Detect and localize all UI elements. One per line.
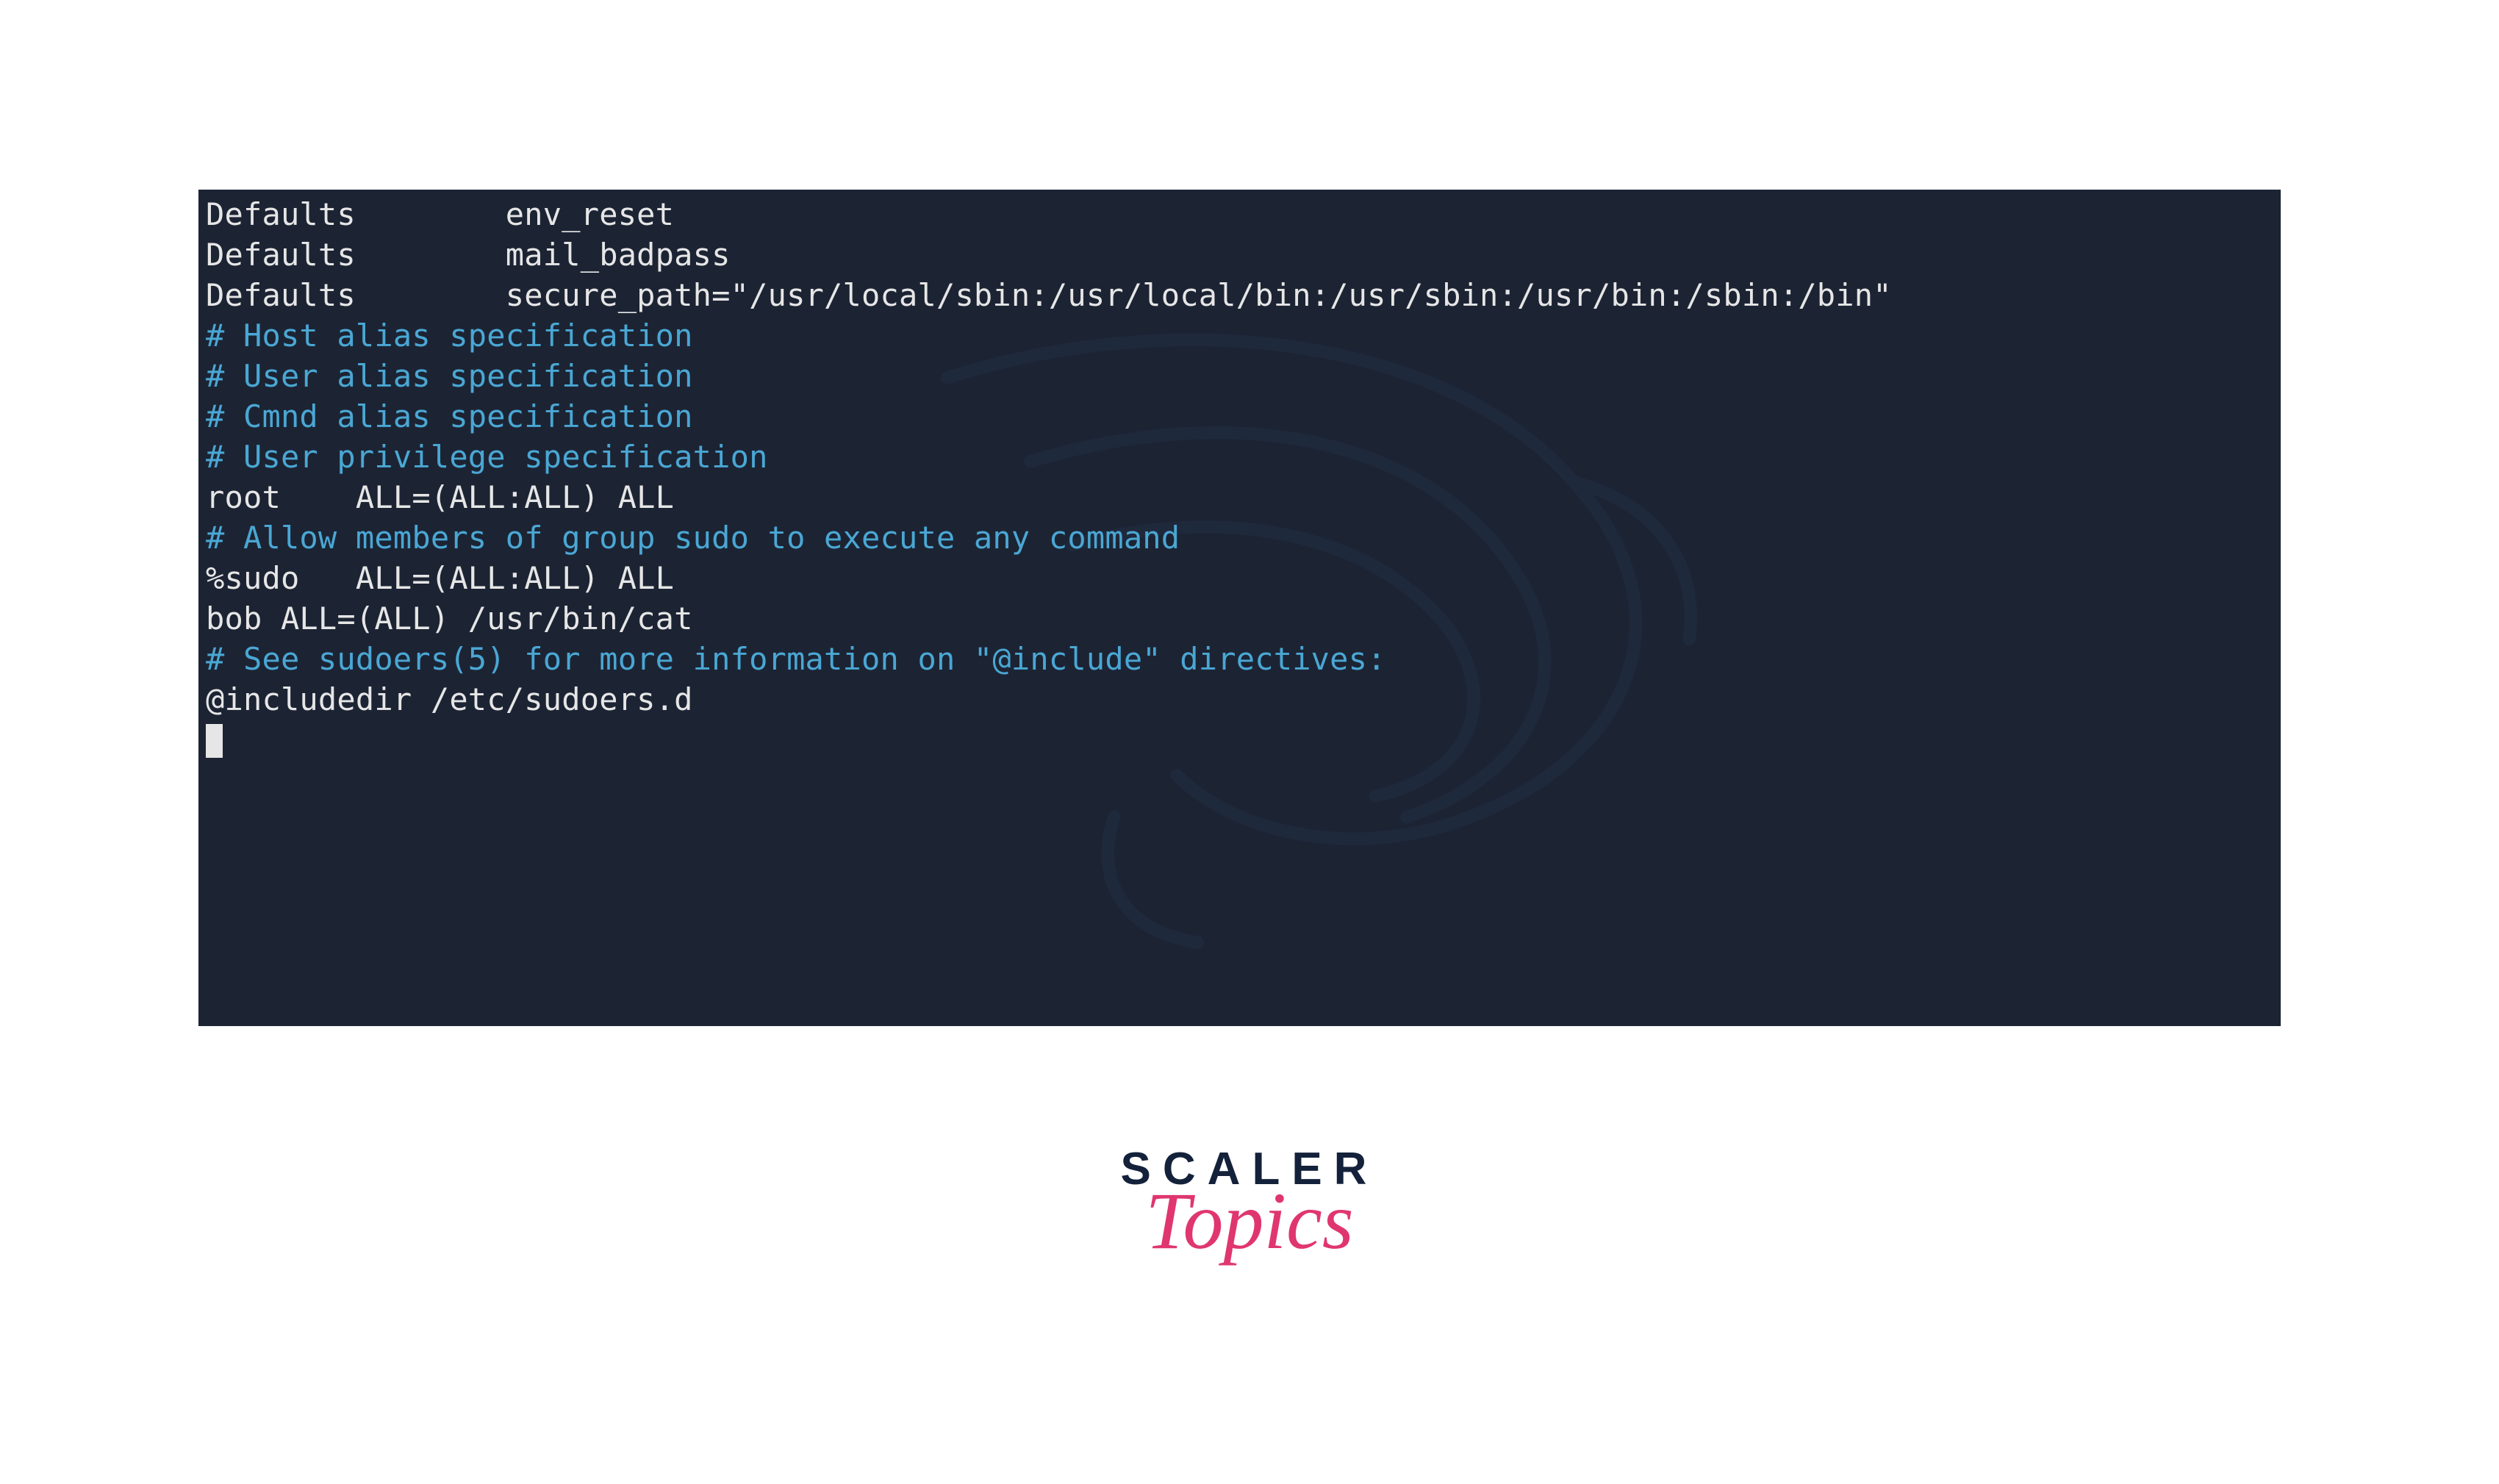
logo-word-topics: Topics: [1121, 1185, 1379, 1258]
cursor-block-icon: [206, 724, 223, 758]
scaler-topics-logo: SCALER Topics: [1121, 1147, 1379, 1258]
terminal-line: # Cmnd alias specification: [206, 396, 2273, 437]
terminal-line: # Allow members of group sudo to execute…: [206, 517, 2273, 558]
terminal-line: Defaults mail_badpass: [206, 234, 2273, 275]
terminal-line: Defaults secure_path="/usr/local/sbin:/u…: [206, 275, 2273, 315]
terminal-window[interactable]: Defaults env_reset Defaults mail_badpass…: [198, 190, 2281, 1026]
terminal-line: # Host alias specification: [206, 315, 2273, 356]
page-canvas: Defaults env_reset Defaults mail_badpass…: [0, 0, 2499, 1484]
terminal-line: Defaults env_reset: [206, 194, 2273, 234]
terminal-line: # User privilege specification: [206, 437, 2273, 477]
terminal-cursor-line: [206, 720, 2273, 760]
terminal-line: root ALL=(ALL:ALL) ALL: [206, 477, 2273, 517]
terminal-content: Defaults env_reset Defaults mail_badpass…: [206, 194, 2273, 760]
terminal-line: # User alias specification: [206, 356, 2273, 396]
terminal-line: @includedir /etc/sudoers.d: [206, 679, 2273, 720]
terminal-line: # See sudoers(5) for more information on…: [206, 639, 2273, 679]
terminal-line: %sudo ALL=(ALL:ALL) ALL: [206, 558, 2273, 598]
terminal-line: bob ALL=(ALL) /usr/bin/cat: [206, 598, 2273, 639]
